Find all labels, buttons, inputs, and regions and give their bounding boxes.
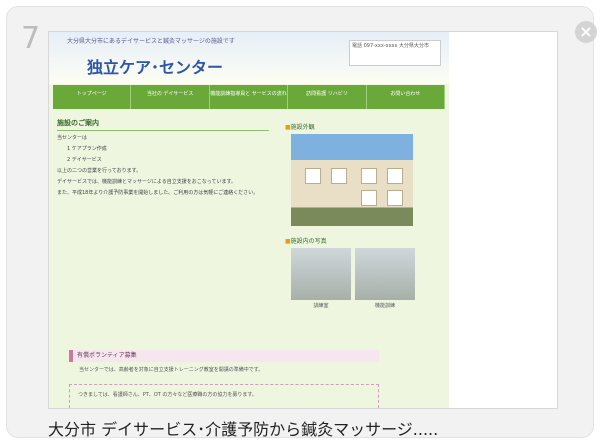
photo-heading-interior: 施設内の写真 — [285, 236, 443, 245]
site-header: 大分県大分市にあるデイサービスと鍼灸マッサージの施設です 独立ケア･センター 電… — [49, 32, 449, 84]
list-item: 1 ケアプラン作成 — [67, 146, 107, 152]
photo-column: 施設外観 施設内の写真 訓練室 機能訓練 — [285, 122, 443, 309]
nav-item-dayservice[interactable]: 当社の デイサービス — [131, 85, 210, 109]
volunteer-box: つきましては、看護師さん、PT、OT の方々など医療職の方の協力を募ります。 — [69, 384, 379, 408]
contact-box: 電話 097-xxx-xxxx 大分県大分市 — [349, 40, 441, 66]
photo-heading-exterior: 施設外観 — [285, 122, 443, 131]
photo-caption: 訓練室 — [313, 303, 329, 309]
intro-label: 当センターは — [57, 135, 88, 141]
nav-item-top[interactable]: トップページ — [53, 85, 132, 109]
photo-caption: 機能訓練 — [374, 303, 395, 309]
section-heading: 施設のご案内 — [57, 118, 269, 131]
list-item: 2 デイサービス — [67, 157, 102, 163]
close-icon[interactable]: × — [575, 21, 597, 43]
nav-item-contact[interactable]: お問い合わせ — [367, 85, 446, 109]
paragraph: デイサービスでは、機能訓練とマッサージによる自立支援をおこなっています。 — [57, 179, 237, 185]
website-page: 大分県大分市にあるデイサービスと鍼灸マッサージの施設です 独立ケア･センター 電… — [49, 32, 449, 408]
building-photo — [291, 134, 413, 226]
nav-item-rehab[interactable]: 訪問看護 リハビリ — [288, 85, 367, 109]
result-caption-link[interactable]: 大分市 デイサービス･介護予防から鍼灸マッサージ..... — [48, 416, 438, 440]
site-subtitle: 大分県大分市にあるデイサービスと鍼灸マッサージの施設です — [67, 38, 235, 45]
main-content: 施設のご案内 当センターは 1 ケアプラン作成 2 デイサービス 以上の二つの営… — [57, 118, 269, 200]
paragraph: また、平成18年より介護予防事業を開始しました。ご利用の方は気軽にご連絡ください… — [57, 190, 259, 196]
interior-photo — [355, 248, 415, 300]
volunteer-heading: 有償ボランティア募集 — [69, 350, 379, 362]
site-nav: トップページ 当社の デイサービス 機能訓練指導員と サービスの流れ 訪問看護 … — [53, 85, 446, 109]
nav-item-training[interactable]: 機能訓練指導員と サービスの流れ — [210, 85, 289, 109]
thumbnail-blank-area — [449, 32, 557, 408]
paragraph: 以上の二つの営業を行っております。 — [57, 168, 142, 174]
result-number: 7 — [21, 21, 41, 56]
interior-photos: 訓練室 機能訓練 — [291, 248, 443, 309]
interior-photo — [291, 248, 351, 300]
volunteer-text: 当センターでは、高齢者を対象に自立支援トレーニング教室を開講の準備中です。 — [79, 367, 264, 373]
site-title: 独立ケア･センター — [87, 58, 224, 77]
website-thumbnail[interactable]: 大分県大分市にあるデイサービスと鍼灸マッサージの施設です 独立ケア･センター 電… — [48, 31, 558, 409]
